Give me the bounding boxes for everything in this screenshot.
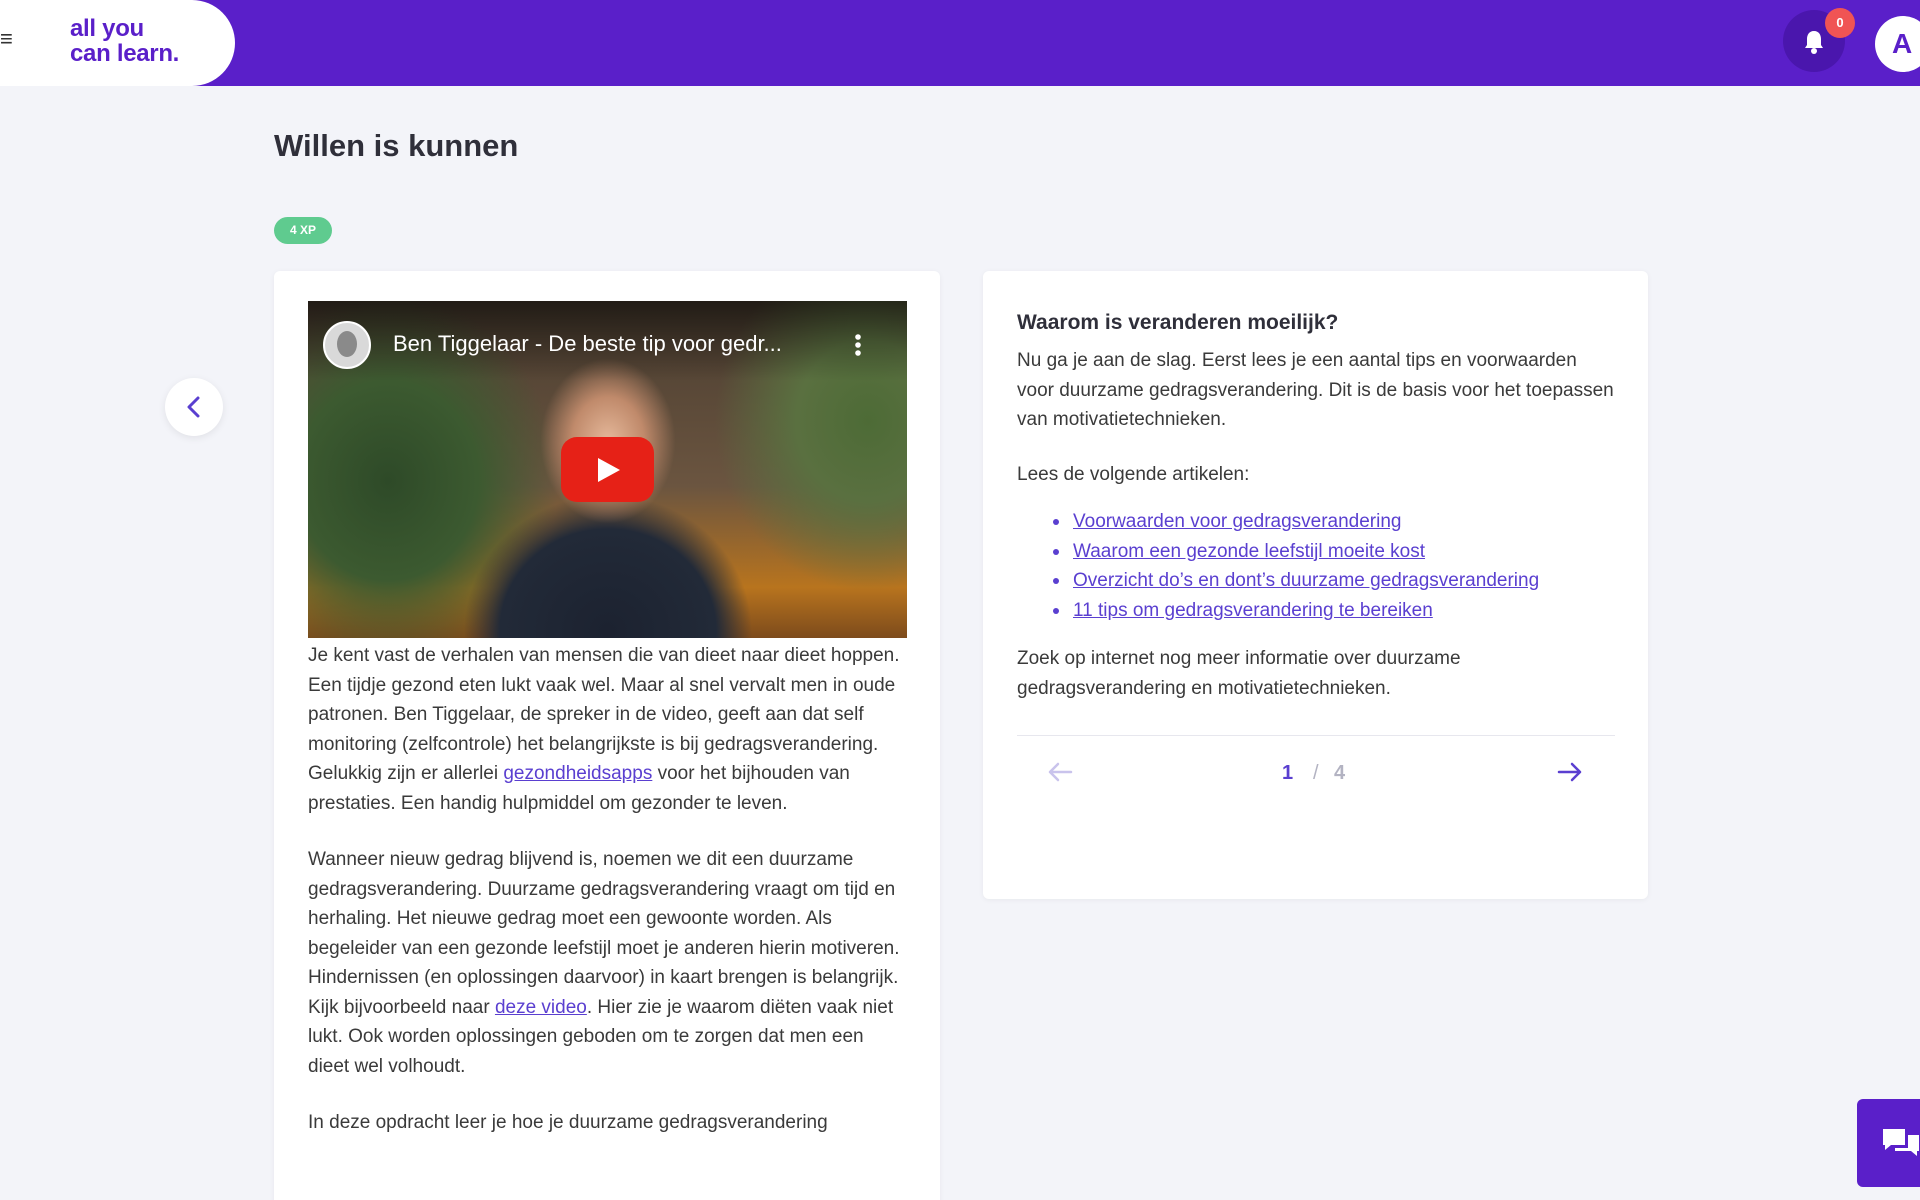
chat-icon: [1883, 1129, 1919, 1156]
more-vertical-icon[interactable]: [854, 333, 862, 357]
arrow-right-icon[interactable]: [1557, 761, 1583, 783]
paragraph-text: Wanneer nieuw gedrag blijvend is, noemen…: [308, 849, 900, 1018]
card-outro: Zoek op internet nog meer informatie ove…: [1017, 648, 1461, 699]
logo-line-1: all you: [70, 15, 144, 42]
articles-intro: Lees de volgende artikelen:: [1017, 464, 1250, 485]
article-link[interactable]: 11 tips om gedragsverandering te bereike…: [1073, 600, 1433, 621]
play-button[interactable]: [561, 437, 654, 502]
card-heading: Waarom is veranderen moeilijk?: [1017, 311, 1339, 334]
chat-button[interactable]: [1857, 1099, 1920, 1187]
list-item: Overzicht do’s en dont’s duurzame gedrag…: [1053, 566, 1539, 596]
list-item: 11 tips om gedragsverandering te bereike…: [1053, 596, 1539, 626]
user-avatar[interactable]: A: [1875, 16, 1920, 72]
logo[interactable]: all you can learn.: [70, 16, 179, 66]
card-intro: Nu ga je aan de slag. Eerst lees je een …: [1017, 350, 1614, 430]
pager-current-page: 1: [1282, 762, 1294, 784]
article-list: Voorwaarden voor gedragsverandering Waar…: [1053, 507, 1539, 625]
channel-avatar[interactable]: [323, 321, 371, 369]
divider: [1017, 735, 1615, 736]
article-link[interactable]: Voorwaarden voor gedragsverandering: [1073, 511, 1402, 532]
article-body: Je kent vast de verhalen van mensen die …: [308, 641, 908, 1165]
content-card-left: Ben Tiggelaar - De beste tip voor gedr..…: [274, 271, 940, 1200]
previous-step-button[interactable]: [165, 378, 223, 436]
logo-line-2: can learn.: [70, 40, 180, 67]
page-title: Willen is kunnen: [274, 128, 519, 163]
pager-separator: /: [1313, 762, 1319, 784]
hamburger-icon[interactable]: ≡: [0, 28, 13, 50]
logo-container: ≡ all you can learn.: [0, 0, 235, 86]
content-card-right: Waarom is veranderen moeilijk? Nu ga je …: [983, 271, 1648, 899]
bell-icon: [1805, 31, 1823, 54]
list-item: Waarom een gezonde leefstijl moeite kost: [1053, 537, 1539, 567]
top-navigation-bar: ≡ all you can learn. 0 A: [0, 0, 1920, 86]
link-gezondheidsapps[interactable]: gezondheidsapps: [503, 763, 652, 784]
xp-badge: 4 XP: [274, 217, 332, 244]
paragraph-2: Wanneer nieuw gedrag blijvend is, noemen…: [308, 845, 908, 1081]
pager-total-pages: 4: [1334, 762, 1346, 784]
notification-count-badge: 0: [1825, 8, 1855, 38]
chevron-left-icon: [187, 396, 200, 418]
youtube-video-player[interactable]: Ben Tiggelaar - De beste tip voor gedr..…: [308, 301, 907, 638]
paragraph-3: In deze opdracht leer je hoe je duurzame…: [308, 1112, 828, 1133]
video-title[interactable]: Ben Tiggelaar - De beste tip voor gedr..…: [393, 331, 782, 357]
play-icon: [598, 458, 620, 482]
list-item: Voorwaarden voor gedragsverandering: [1053, 507, 1539, 537]
arrow-left-icon[interactable]: [1047, 761, 1073, 783]
link-deze-video[interactable]: deze video: [495, 997, 587, 1018]
paragraph-1: Je kent vast de verhalen van mensen die …: [308, 641, 908, 818]
article-link[interactable]: Overzicht do’s en dont’s duurzame gedrag…: [1073, 570, 1539, 591]
article-link[interactable]: Waarom een gezonde leefstijl moeite kost: [1073, 541, 1425, 562]
